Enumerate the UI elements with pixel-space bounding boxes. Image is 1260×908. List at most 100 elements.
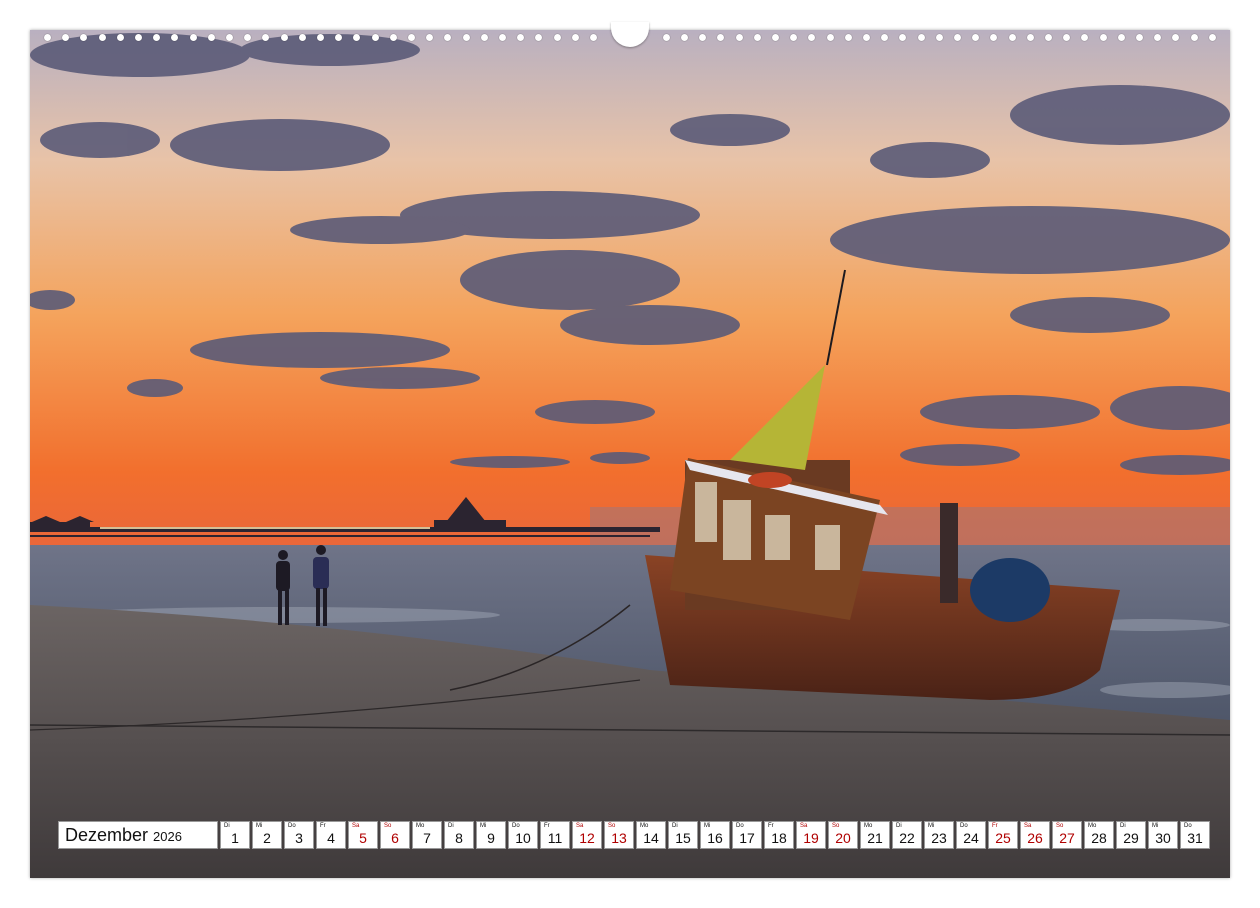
binding-hole (553, 34, 561, 41)
binding-hole (135, 34, 142, 41)
binding-hole (826, 34, 834, 41)
binding-hole (226, 34, 233, 41)
weekday-label: Fr (992, 823, 998, 829)
binding-hole (681, 34, 688, 41)
month-name: Dezember (65, 824, 149, 845)
day-number: 23 (931, 830, 947, 846)
day-cell: Mi 23 (924, 821, 954, 849)
weekday-label: Sa (576, 823, 584, 829)
day-cell: Mo 7 (412, 821, 442, 849)
binding-hole (699, 34, 707, 41)
binding-hole (1190, 34, 1198, 41)
binding-hole (335, 34, 343, 41)
day-cell: Mi 16 (700, 821, 730, 849)
weekday-label: Do (960, 823, 968, 829)
day-cell: Di 8 (444, 821, 474, 849)
day-number: 29 (1123, 830, 1139, 846)
binding-hole (1008, 34, 1016, 41)
weekday-label: Do (1184, 823, 1192, 829)
day-cell: So 20 (828, 821, 858, 849)
binding-hole (189, 34, 197, 41)
day-cell: Di 29 (1116, 821, 1146, 849)
weekday-label: Di (672, 823, 678, 829)
day-cell: Mo 14 (636, 821, 666, 849)
day-cell: Do 10 (508, 821, 538, 849)
binding-hole (116, 34, 124, 41)
binding-hole (207, 34, 215, 41)
day-number: 4 (327, 830, 335, 846)
weekday-label: Mo (640, 823, 649, 829)
binding-hole (298, 34, 306, 41)
day-cell: Di 1 (220, 821, 250, 849)
weekday-label: Mi (928, 823, 935, 829)
binding-hole (881, 34, 889, 41)
day-cell: Do 3 (284, 821, 314, 849)
weekday-label: So (832, 823, 840, 829)
day-cell: So 13 (604, 821, 634, 849)
weekday-label: So (608, 823, 616, 829)
weekday-label: So (1056, 823, 1064, 829)
weekday-label: Sa (1024, 823, 1032, 829)
binding-hole (1117, 34, 1125, 41)
weekday-label: So (384, 823, 392, 829)
binding-hole (1136, 34, 1143, 41)
day-cell: Mo 21 (860, 821, 890, 849)
day-cell: Sa 19 (796, 821, 826, 849)
calendar-strip: Dezember 2026 Di 1 Mi 2 Do 3 Fr 4 Sa 5 So 6 Mo 7 Di 8 Mi… (58, 821, 1210, 849)
binding-hole (517, 34, 525, 41)
day-number: 18 (771, 830, 787, 846)
day-number: 3 (295, 830, 303, 846)
day-cell: Di 15 (668, 821, 698, 849)
weekday-label: Do (288, 823, 296, 829)
day-number: 28 (1091, 830, 1107, 846)
binding-hole (717, 34, 725, 41)
binding-hole (590, 34, 597, 41)
binding-hole (171, 34, 179, 41)
weekday-label: Fr (320, 823, 326, 829)
weekday-label: Mi (1152, 823, 1159, 829)
day-number: 15 (675, 830, 691, 846)
binding-hole (662, 34, 670, 41)
day-cell: Do 31 (1180, 821, 1210, 849)
month-label: Dezember 2026 (58, 821, 218, 849)
day-number: 2 (263, 830, 271, 846)
weekday-label: Fr (544, 823, 550, 829)
day-number: 20 (835, 830, 851, 846)
day-cell: Fr 11 (540, 821, 570, 849)
month-year: 2026 (153, 829, 182, 844)
binding-hole (408, 34, 415, 41)
day-number: 8 (455, 830, 463, 846)
day-number: 6 (391, 830, 399, 846)
calendar-photo (30, 30, 1230, 878)
binding-hole (863, 34, 870, 41)
binding-hole (480, 34, 488, 41)
day-number: 19 (803, 830, 819, 846)
binding-hole (262, 34, 270, 41)
day-cell: Di 22 (892, 821, 922, 849)
binding-hole (844, 34, 852, 41)
binding-hole (972, 34, 980, 41)
day-cell: So 27 (1052, 821, 1082, 849)
binding-hole (1026, 34, 1034, 41)
weekday-label: Mo (864, 823, 873, 829)
day-cell: Mi 2 (252, 821, 282, 849)
binding-hole (462, 34, 470, 41)
binding-hole (1099, 34, 1107, 41)
day-cell: Mi 30 (1148, 821, 1178, 849)
weekday-label: Do (736, 823, 744, 829)
day-cell: Sa 5 (348, 821, 378, 849)
binding-hole (735, 34, 743, 41)
day-cell: Fr 4 (316, 821, 346, 849)
pier-lights (100, 527, 430, 529)
binding-hole (1172, 34, 1180, 41)
day-cell: Fr 18 (764, 821, 794, 849)
day-number: 27 (1059, 830, 1075, 846)
day-number: 21 (867, 830, 883, 846)
day-number: 24 (963, 830, 979, 846)
binding-hole (1081, 34, 1089, 41)
day-number: 9 (487, 830, 495, 846)
day-number: 7 (423, 830, 431, 846)
day-number: 13 (611, 830, 627, 846)
day-cell: Do 24 (956, 821, 986, 849)
day-number: 12 (579, 830, 595, 846)
